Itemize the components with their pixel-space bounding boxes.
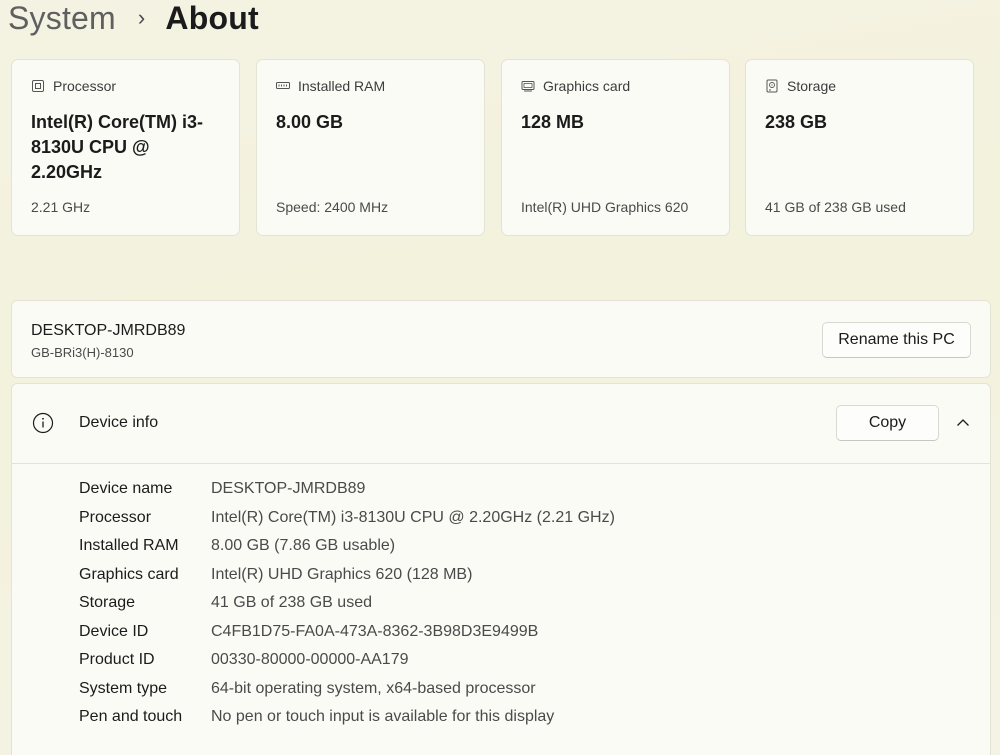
card-title: Processor <box>53 78 117 94</box>
spec-value: No pen or touch input is available for t… <box>211 708 555 726</box>
card-subtext: 41 GB of 238 GB used <box>765 199 906 215</box>
copy-button[interactable]: Copy <box>836 405 939 441</box>
spec-value: 8.00 GB (7.86 GB usable) <box>211 537 396 555</box>
spec-label: Pen and touch <box>79 708 183 726</box>
device-spec-list: Device name DESKTOP-JMRDB89 Processor Inte… <box>79 475 615 732</box>
card-value: 238 GB <box>765 112 828 132</box>
spec-value: Intel(R) UHD Graphics 620 (128 MB) <box>211 565 473 583</box>
spec-value: C4FB1D75-FA0A-473A-8362-3B98D3E9499B <box>211 622 539 640</box>
spec-label: Installed RAM <box>79 537 179 555</box>
page-title: About <box>165 0 259 36</box>
device-info-panel: Device info Copy Device name DESKTOP-JMRD… <box>11 383 991 755</box>
spec-value: Intel(R) Core(TM) i3-8130U CPU @ 2.20GHz… <box>211 508 615 526</box>
spec-value: 00330-80000-00000-AA179 <box>211 651 409 669</box>
card-value: 8.00 GB <box>276 112 344 132</box>
breadcrumb: System › About <box>8 0 259 38</box>
spec-value: 41 GB of 238 GB used <box>211 594 372 612</box>
spec-row: Graphics card Intel(R) UHD Graphics 620 (… <box>79 561 615 590</box>
spec-row: Processor Intel(R) Core(TM) i3-8130U CPU … <box>79 504 615 533</box>
card-subtext: 2.21 GHz <box>31 199 91 215</box>
storage-icon <box>766 79 778 93</box>
chevron-up-icon[interactable] <box>954 414 972 432</box>
pc-name-panel: DESKTOP-JMRDB89 GB-BRi3(H)-8130 Rename t… <box>11 300 991 378</box>
pc-model: GB-BRi3(H)-8130 <box>31 345 134 360</box>
card-processor: Processor Intel(R) Core(TM) i3-8130U CPU… <box>11 59 240 236</box>
spec-row: Device name DESKTOP-JMRDB89 <box>79 475 615 504</box>
spec-row: Product ID 00330-80000-00000-AA179 <box>79 646 615 675</box>
chevron-right-icon: › <box>137 5 146 30</box>
spec-label: Product ID <box>79 651 155 669</box>
spec-value: DESKTOP-JMRDB89 <box>211 480 366 498</box>
spec-row: Storage 41 GB of 238 GB used <box>79 589 615 618</box>
card-graphics-card: Graphics card 128 MB Intel(R) UHD Graphi… <box>501 59 730 236</box>
spec-row: System type 64-bit operating system, x64-… <box>79 675 615 704</box>
graphics-card-icon <box>521 81 535 92</box>
spec-row: Pen and touch No pen or touch input is av… <box>79 703 615 732</box>
device-info-header[interactable]: Device info Copy <box>12 384 990 464</box>
spec-label: Device name <box>79 480 173 498</box>
card-storage: Storage 238 GB 41 GB of 238 GB used <box>745 59 974 236</box>
spec-row: Device ID C4FB1D75-FA0A-473A-8362-3B98D3E… <box>79 618 615 647</box>
spec-row: Installed RAM 8.00 GB (7.86 GB usable) <box>79 532 615 561</box>
card-subtext: Intel(R) UHD Graphics 620 <box>521 199 689 215</box>
processor-icon <box>32 80 44 92</box>
spec-label: Graphics card <box>79 565 179 583</box>
card-title: Installed RAM <box>298 78 386 94</box>
device-info-title: Device info <box>79 414 159 431</box>
card-title: Graphics card <box>543 78 631 94</box>
info-icon <box>32 412 54 434</box>
card-installed-ram: Installed RAM 8.00 GB Speed: 2400 MHz <box>256 59 485 236</box>
card-value: Intel(R) Core(TM) i3-8130U CPU @ 2.20GHz <box>31 112 203 182</box>
spec-label: Device ID <box>79 622 149 640</box>
ram-icon <box>276 82 290 89</box>
rename-pc-button[interactable]: Rename this PC <box>822 322 971 358</box>
pc-name: DESKTOP-JMRDB89 <box>31 322 186 339</box>
spec-cards: Processor Intel(R) Core(TM) i3-8130U CPU… <box>11 59 974 236</box>
card-subtext: Speed: 2400 MHz <box>276 199 389 215</box>
spec-value: 64-bit operating system, x64-based proce… <box>211 679 536 697</box>
card-value: 128 MB <box>521 112 585 132</box>
spec-label: Storage <box>79 594 136 612</box>
spec-label: System type <box>79 679 168 697</box>
card-title: Storage <box>787 78 837 94</box>
spec-label: Processor <box>79 508 152 526</box>
breadcrumb-system[interactable]: System <box>8 0 116 37</box>
